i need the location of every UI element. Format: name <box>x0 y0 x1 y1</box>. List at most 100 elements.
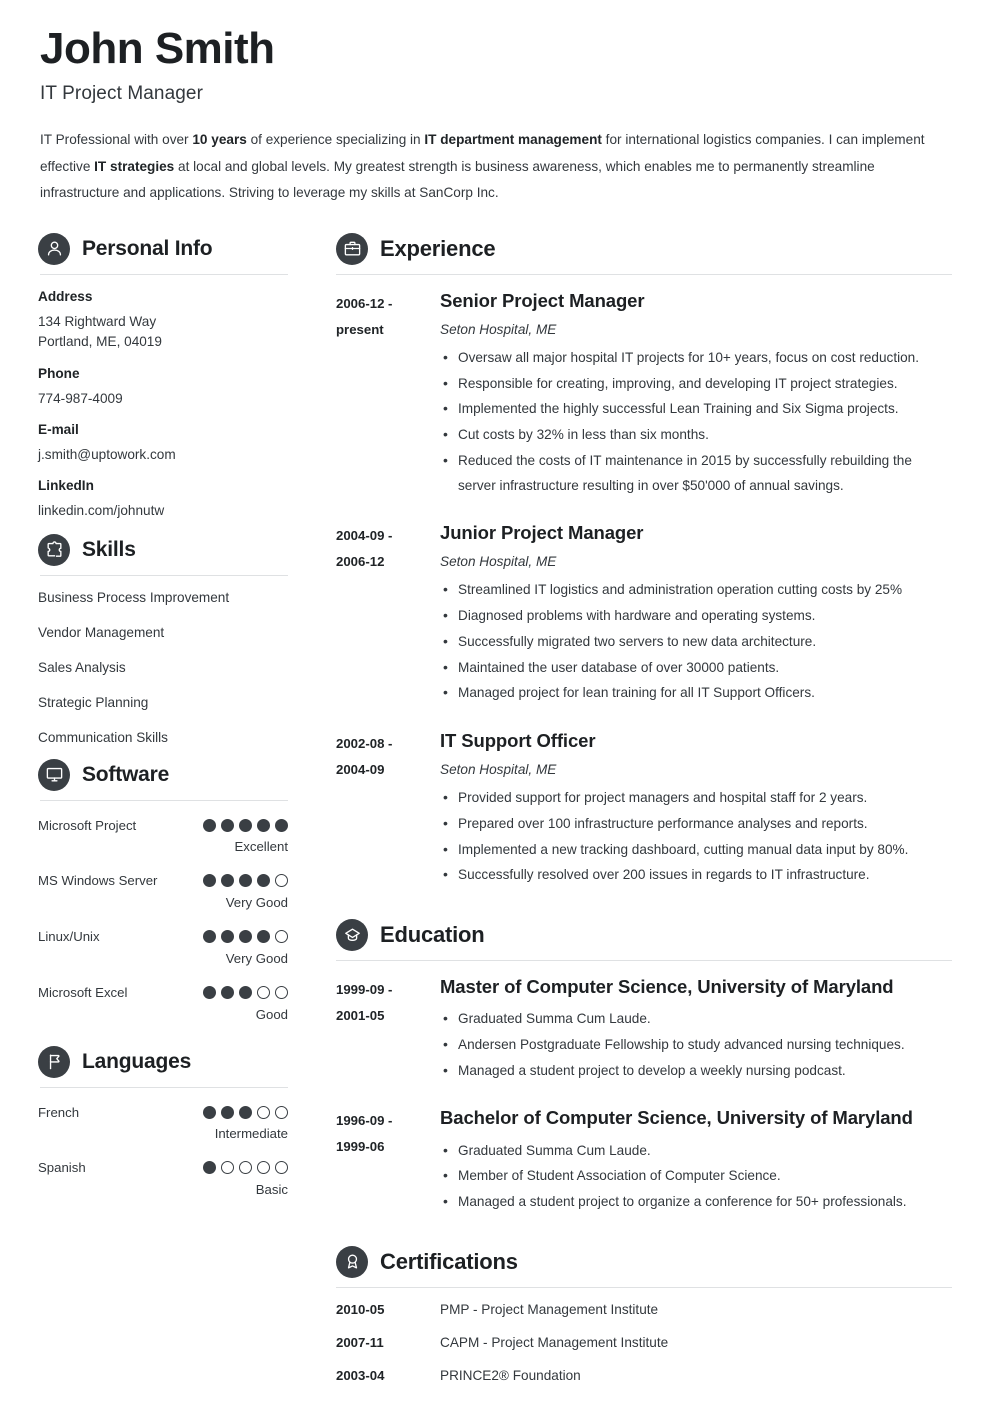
rating-level: Very Good <box>225 950 288 966</box>
certification-row: 2003-04 PRINCE2® Foundation <box>336 1368 952 1383</box>
rating-label: French <box>38 1104 80 1120</box>
rating-dots <box>203 815 288 832</box>
bullet-item: Successfully migrated two servers to new… <box>440 629 952 655</box>
certifications-divider <box>336 1286 952 1288</box>
skills-list: Business Process Improvement Vendor Manag… <box>38 590 288 745</box>
section-languages: Languages French Intermediate Spanish Basic <box>38 1038 288 1197</box>
rating-dot <box>275 985 288 999</box>
software-divider <box>40 799 288 801</box>
bullet-item: Maintained the user database of over 300… <box>440 655 952 681</box>
bullet-item: Successfully resolved over 200 issues in… <box>440 862 952 888</box>
section-software: Software Microsoft Project Excellent MS Wi… <box>38 751 288 1022</box>
section-education: Education 1999-09 -2001-05 Master of Comp… <box>336 911 952 1216</box>
rating-dot <box>203 985 216 999</box>
rating-top: MS Windows Server <box>38 870 288 893</box>
rating-dot <box>275 1105 288 1119</box>
entry-title: Junior Project Manager <box>440 522 644 544</box>
bullet-item: Streamlined IT logistics and administrat… <box>440 577 952 603</box>
bullet-list: Oversaw all major hospital IT projects f… <box>440 345 952 498</box>
rating-dot <box>275 818 288 832</box>
rating-dot <box>203 1161 216 1175</box>
personal-info-value: 134 Rightward Way Portland, ME, 04019 <box>38 313 162 350</box>
rating-dot <box>239 818 252 832</box>
entry-date: 1999-09 -2001-05 <box>336 982 393 1023</box>
rating-dot <box>221 1105 234 1119</box>
resume-entry: 2006-12 - present Senior Project Manager Se… <box>336 289 952 500</box>
rating-level: Excellent <box>234 839 288 855</box>
bullet-item: Managed project for lean training for al… <box>440 680 952 706</box>
bullet-item: Managed a student project to organize a … <box>440 1189 952 1215</box>
rating-dots <box>203 926 288 944</box>
rating-dot <box>275 930 288 944</box>
personal-info-value: linkedin.com/johnutw <box>38 503 165 519</box>
certification-row: 2010-05 PMP - Project Management Institut… <box>336 1302 952 1317</box>
rating-dot <box>257 818 270 832</box>
rating-dot <box>257 1161 270 1175</box>
languages-heading: Languages <box>38 1038 288 1078</box>
person-icon <box>38 232 70 265</box>
software-list: Microsoft Project Excellent MS Windows Ser… <box>38 815 288 1022</box>
rating-row: Spanish Basic <box>38 1157 288 1197</box>
candidate-job-title: IT Project Manager <box>40 83 204 105</box>
entry-subtitle: Seton Hospital, ME <box>440 321 557 337</box>
rating-label: Linux/Unix <box>38 929 100 945</box>
rating-level: Very Good <box>225 895 288 911</box>
rating-dot <box>221 874 234 888</box>
entry-body: Junior Project Manager Seton Hospital, ME… <box>440 521 952 707</box>
software-heading: Software <box>38 751 288 791</box>
resume-page: John Smith IT Project Manager IT Profess… <box>0 0 990 1401</box>
rating-label: Microsoft Excel <box>38 984 128 1000</box>
rating-dot <box>257 985 270 999</box>
rating-dot <box>257 1105 270 1119</box>
rating-dot <box>221 1161 234 1175</box>
bullet-item: Implemented the highly successful Lean T… <box>440 396 952 422</box>
rating-row: Linux/Unix Very Good <box>38 926 288 966</box>
skill-item: Communication Skills <box>38 729 168 745</box>
rating-dot <box>275 1161 288 1175</box>
section-experience: Experience 2006-12 - present Senior Projec… <box>336 225 952 889</box>
personal-info-value: j.smith@uptowork.com <box>38 446 176 462</box>
rating-dot <box>239 1161 252 1175</box>
bullet-item: Responsible for creating, improving, and… <box>440 371 952 397</box>
rating-top: French <box>38 1102 288 1125</box>
languages-divider <box>40 1086 288 1088</box>
rating-dots <box>203 1157 288 1175</box>
rating-dots <box>203 982 288 999</box>
section-personal-info: Personal Info Address 134 Rightward Way Po… <box>38 225 288 522</box>
entry-body: Master of Computer Science, University o… <box>440 975 952 1084</box>
bullet-item: Reduced the costs of IT maintenance in 2… <box>440 448 952 498</box>
bullet-item: Provided support for project managers an… <box>440 785 952 811</box>
entry-date: 1996-09 -1999-06 <box>336 1113 393 1155</box>
briefcase-icon <box>336 232 368 265</box>
languages-title: Languages <box>82 1049 192 1073</box>
graduation-icon <box>336 919 368 952</box>
skill-item: Vendor Management <box>38 624 165 640</box>
rating-dot <box>221 930 234 944</box>
rating-dot <box>203 1105 216 1119</box>
certifications-list: 2010-05 PMP - Project Management Institut… <box>336 1302 952 1383</box>
certification-text: CAPM - Project Management Institute <box>440 1334 669 1350</box>
experience-heading: Experience <box>336 225 952 265</box>
bullet-item: Diagnosed problems with hardware and ope… <box>440 603 952 629</box>
entry-subtitle: Seton Hospital, ME <box>440 762 557 778</box>
main-column: Experience 2006-12 - present Senior Projec… <box>308 225 952 1401</box>
entry-body: Bachelor of Computer Science, University… <box>440 1106 952 1215</box>
bullet-list: Provided support for project managers an… <box>440 785 952 888</box>
entry-date: 2002-08 -2004-09 <box>336 736 393 777</box>
skills-title: Skills <box>82 537 136 561</box>
resume-entry: 1999-09 -2001-05 Master of Computer Scien… <box>336 975 952 1084</box>
rating-dot <box>239 930 252 944</box>
section-skills: Skills Business Process Improvement Vendo… <box>38 526 288 745</box>
skill-item: Sales Analysis <box>38 659 126 675</box>
bullet-list: Graduated Summa Cum Laude.Andersen Postg… <box>440 1006 952 1084</box>
rating-row: MS Windows Server Very Good <box>38 870 288 910</box>
bullet-item: Prepared over 100 infrastructure perform… <box>440 811 952 837</box>
experience-entries: 2006-12 - present Senior Project Manager Se… <box>336 289 952 889</box>
bullet-item: Managed a student project to develop a w… <box>440 1058 952 1084</box>
bullet-list: Graduated Summa Cum Laude.Member of Stud… <box>440 1138 952 1215</box>
rating-dot <box>221 818 234 832</box>
rating-row: French Intermediate <box>38 1102 288 1141</box>
rating-dot <box>239 1105 252 1119</box>
skill-item: Business Process Improvement <box>38 589 230 605</box>
personal-info-value: 774-987-4009 <box>38 390 123 406</box>
